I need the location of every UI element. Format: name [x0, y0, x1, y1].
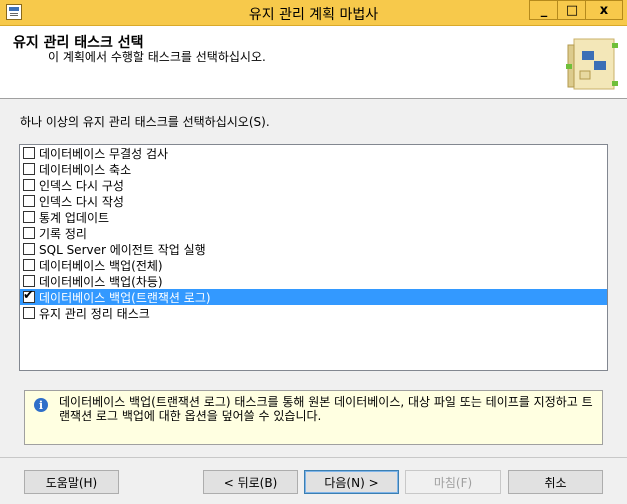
task-description-box: i 데이터베이스 백업(트랜잭션 로그) 태스크를 통해 원본 데이터베이스, … [24, 390, 603, 445]
task-list[interactable]: 데이터베이스 무결성 검사 데이터베이스 축소 인덱스 다시 구성 인덱스 다시 작성… [19, 144, 608, 371]
task-list-item[interactable]: 인덱스 다시 구성 [20, 177, 607, 193]
page-subtitle: 이 계획에서 수행할 태스크를 선택하십시오. [48, 50, 266, 64]
checkmark-icon: ✔ [23, 288, 34, 303]
task-label: 기록 정리 [39, 226, 87, 241]
wizard-graphic-icon [566, 38, 618, 90]
task-prompt-label: 하나 이상의 유지 관리 태스크를 선택하십시오(S). [20, 115, 270, 129]
task-list-item[interactable]: 데이터베이스 백업(전체) [20, 257, 607, 273]
task-list-item[interactable]: 인덱스 다시 작성 [20, 193, 607, 209]
task-list-item[interactable]: 기록 정리 [20, 225, 607, 241]
task-list-item[interactable]: SQL Server 에이전트 작업 실행 [20, 241, 607, 257]
task-list-item[interactable]: 유지 관리 정리 태스크 [20, 305, 607, 321]
task-label: 데이터베이스 무결성 검사 [39, 146, 169, 161]
wizard-header: 유지 관리 태스크 선택 이 계획에서 수행할 태스크를 선택하십시오. [0, 26, 627, 99]
task-checkbox[interactable] [23, 275, 35, 287]
task-checkbox[interactable] [23, 211, 35, 223]
info-icon: i [34, 398, 48, 412]
task-list-item[interactable]: 데이터베이스 축소 [20, 161, 607, 177]
task-label: SQL Server 에이전트 작업 실행 [39, 242, 206, 257]
task-checkbox[interactable] [23, 179, 35, 191]
task-checkbox[interactable] [23, 195, 35, 207]
task-checkbox[interactable] [23, 243, 35, 255]
task-list-item[interactable]: 통계 업데이트 [20, 209, 607, 225]
task-list-item[interactable]: ✔ 데이터베이스 백업(트랜잭션 로그) [20, 288, 607, 305]
close-button[interactable]: x [585, 0, 623, 20]
task-list-item[interactable]: 데이터베이스 무결성 검사 [20, 145, 607, 161]
task-label: 인덱스 다시 구성 [39, 178, 124, 193]
task-label: 데이터베이스 백업(차등) [39, 274, 163, 289]
task-label: 통계 업데이트 [39, 210, 110, 225]
task-list-item[interactable]: 데이터베이스 백업(차등) [20, 273, 607, 289]
finish-button[interactable]: 마침(F) [405, 470, 501, 494]
task-label: 데이터베이스 백업(트랜잭션 로그) [39, 290, 211, 305]
task-checkbox[interactable] [23, 163, 35, 175]
next-button[interactable]: 다음(N) > [304, 470, 399, 494]
minimize-button[interactable]: _ [529, 0, 559, 20]
task-description-text: 데이터베이스 백업(트랜잭션 로그) 태스크를 통해 원본 데이터베이스, 대상… [59, 395, 593, 423]
task-checkbox[interactable] [23, 259, 35, 271]
task-label: 인덱스 다시 작성 [39, 194, 124, 209]
back-button[interactable]: < 뒤로(B) [203, 470, 298, 494]
task-label: 데이터베이스 백업(전체) [39, 258, 163, 273]
cancel-button[interactable]: 취소 [508, 470, 603, 494]
task-label: 데이터베이스 축소 [39, 162, 132, 177]
task-checkbox[interactable] [23, 147, 35, 159]
task-checkbox[interactable] [23, 227, 35, 239]
maximize-button[interactable]: □ [557, 0, 587, 20]
task-label: 유지 관리 정리 태스크 [39, 306, 150, 321]
help-button[interactable]: 도움말(H) [24, 470, 119, 494]
task-checkbox[interactable] [23, 307, 35, 319]
task-checkbox[interactable]: ✔ [23, 288, 35, 303]
